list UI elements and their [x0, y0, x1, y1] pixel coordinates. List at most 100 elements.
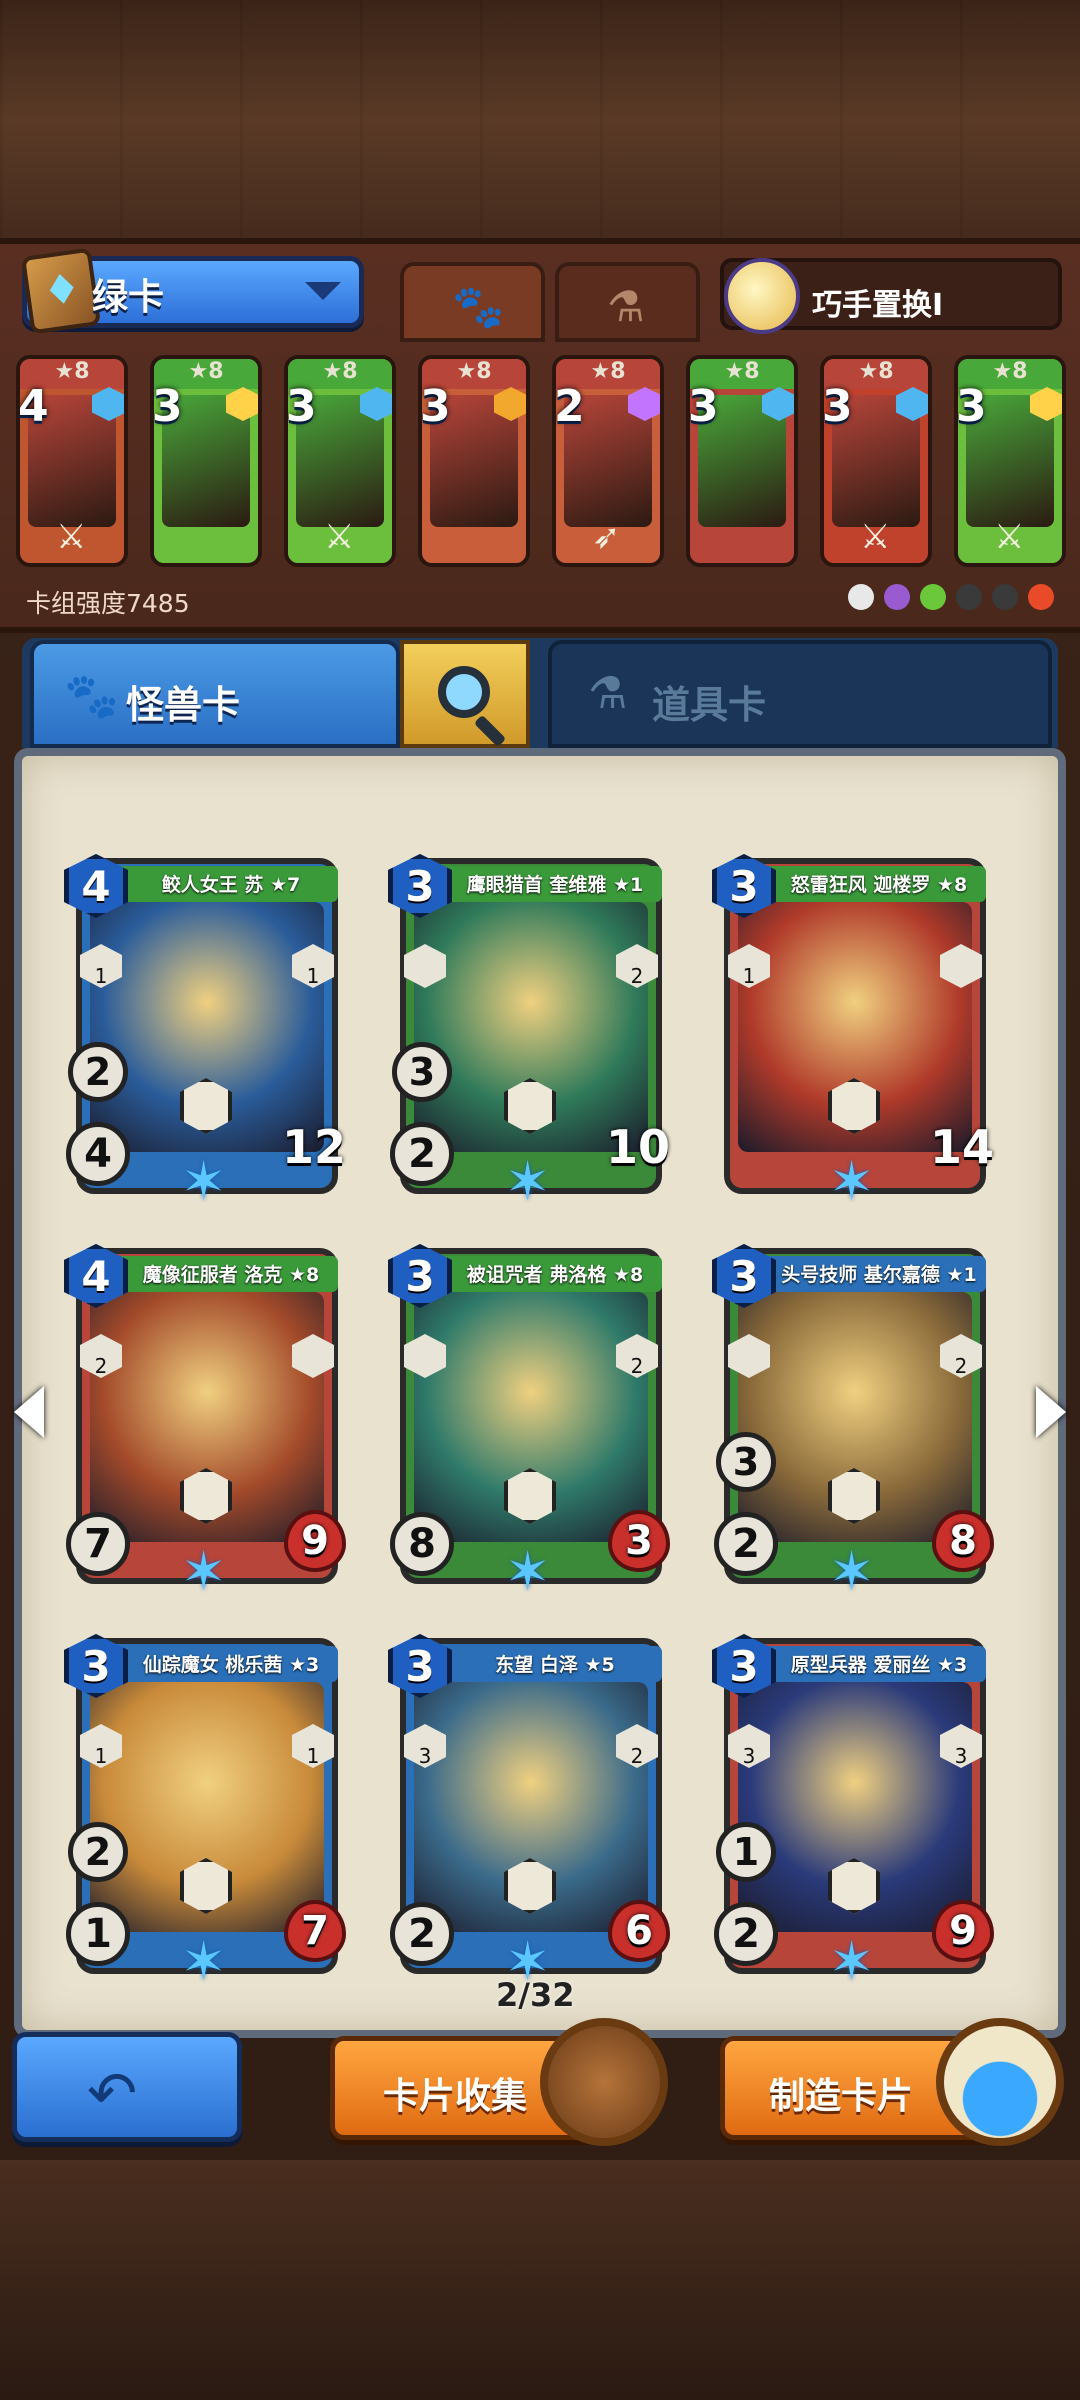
card-cost: 2 [554, 381, 585, 432]
tab-monster-cards[interactable]: 🐾 怪兽卡 [30, 640, 400, 748]
shield-value: 2 [68, 1822, 128, 1882]
rarity-star-icon: ✶ [829, 1540, 875, 1603]
attack-value: 2 [390, 1122, 454, 1186]
paw-icon: 🐾 [64, 671, 119, 722]
weapon-icon: ⚔ [994, 517, 1025, 557]
card-cost: 3 [688, 381, 719, 432]
next-page-arrow-icon[interactable] [1036, 1386, 1066, 1438]
element-dot-icon[interactable] [884, 584, 910, 610]
deck-card-slot[interactable]: ★8 3 ⚔ [820, 355, 932, 567]
shield-value: 3 [716, 1432, 776, 1492]
tab-item-cards[interactable]: ⚗ 道具卡 [548, 640, 1052, 748]
card-title: 被诅咒者 弗洛格 ★8 [466, 1264, 644, 1286]
back-button[interactable]: ↶ [12, 2032, 242, 2142]
card-title: 魔像征服者 洛克 ★8 [142, 1264, 320, 1286]
card-title: 头号技师 基尔嘉德 ★1 [781, 1264, 977, 1286]
monster-card[interactable]: 被诅咒者 弗洛格 ★8 3 2 ✶ 8 3 [388, 1244, 670, 1603]
card-title: 鲛人女王 苏 ★7 [161, 874, 301, 896]
card-collection-icon[interactable] [540, 2018, 668, 2146]
rarity-star-icon: ✶ [505, 1150, 551, 1213]
monster-card[interactable]: 仙踪魔女 桃乐茜 ★3 3 1 1 ✶ 2 1 7 [64, 1634, 346, 1993]
make-card-label: 制造卡片 [769, 2076, 914, 2117]
health-value: 9 [932, 1900, 994, 1962]
rarity-star-icon: ✶ [505, 1540, 551, 1603]
weapon-icon: ⚔ [860, 517, 891, 557]
deck-name: 绿卡 [92, 277, 165, 318]
back-arrow-icon: ↶ [87, 2059, 138, 2129]
card-title: 原型兵器 爱丽丝 ★3 [790, 1654, 968, 1676]
monster-card[interactable]: 原型兵器 爱丽丝 ★3 3 3 3 ✶ 1 2 9 [712, 1634, 994, 1993]
wood-floor [0, 2160, 1080, 2400]
shield-value: 1 [716, 1822, 776, 1882]
dropdown-chevron-icon[interactable] [305, 282, 341, 300]
deck-card-slot[interactable]: ★8 3 [418, 355, 530, 567]
monster-card[interactable]: 怒雷狂风 迦楼罗 ★8 3 1 ✶ 14 [712, 854, 994, 1213]
attack-value: 1 [66, 1902, 130, 1966]
deck-card-slot[interactable]: ★8 3 [686, 355, 798, 567]
tab-monster-deck[interactable]: 🐾 [400, 262, 545, 342]
health-value: 6 [608, 1900, 670, 1962]
monster-card[interactable]: 鲛人女王 苏 ★7 4 1 1 ✶ 2 4 12 [64, 854, 346, 1213]
monster-card[interactable]: 东望 白泽 ★5 3 3 2 ✶ 2 6 [388, 1634, 670, 1993]
element-dot-icon[interactable] [920, 584, 946, 610]
element-dot-icon[interactable] [992, 584, 1018, 610]
attack-value: 7 [66, 1512, 130, 1576]
rarity-star-icon: ✶ [181, 1930, 227, 1993]
potion-icon: ⚗ [607, 282, 645, 331]
health-value: 3 [608, 1510, 670, 1572]
shield-value: 3 [392, 1042, 452, 1102]
element-filter-dots [848, 584, 1054, 610]
attack-value: 2 [714, 1512, 778, 1576]
health-value: 14 [929, 1120, 994, 1174]
deck-card-slot[interactable]: ★8 3 ⚔ [284, 355, 396, 567]
search-button[interactable] [400, 640, 530, 748]
rarity-star-icon: ✶ [181, 1150, 227, 1213]
paw-icon: 🐾 [452, 282, 505, 331]
attack-value: 8 [390, 1512, 454, 1576]
card-cost: 3 [152, 381, 183, 432]
tab-item-deck[interactable]: ⚗ [555, 262, 700, 342]
monster-card[interactable]: 头号技师 基尔嘉德 ★1 3 2 ✶ 3 2 8 [712, 1244, 994, 1603]
card-cost: 3 [420, 381, 451, 432]
card-collection-label: 卡片收集 [383, 2076, 528, 2117]
health-value: 12 [281, 1120, 346, 1174]
attack-value: 2 [390, 1902, 454, 1966]
deck-card-slot[interactable]: ★8 3 [150, 355, 262, 567]
monster-card[interactable]: 鹰眼猎首 奎维雅 ★1 3 2 ✶ 3 2 10 [388, 854, 670, 1213]
page-indicator: 2/32 [496, 1976, 575, 2014]
weapon-icon: ➶ [592, 517, 621, 557]
search-icon [438, 666, 490, 718]
attack-value: 4 [66, 1122, 130, 1186]
card-title: 仙踪魔女 桃乐茜 ★3 [142, 1654, 320, 1676]
card-cost: 3 [822, 381, 853, 432]
element-dot-icon[interactable] [848, 584, 874, 610]
weapon-icon: ⚔ [324, 517, 355, 557]
health-value: 7 [284, 1900, 346, 1962]
potion-icon: ⚗ [588, 668, 628, 719]
make-card-potion-icon[interactable] [936, 2018, 1064, 2146]
monster-card[interactable]: 魔像征服者 洛克 ★8 4 2 ✶ 7 9 [64, 1244, 346, 1603]
wood-planks-top [0, 0, 1080, 238]
deck-card-slot[interactable]: ★8 3 ⚔ [954, 355, 1066, 567]
element-dot-icon[interactable] [956, 584, 982, 610]
prev-page-arrow-icon[interactable] [14, 1386, 44, 1438]
deck-book-icon [20, 247, 102, 335]
card-cost: 3 [286, 381, 317, 432]
weapon-icon: ⚔ [56, 517, 87, 557]
health-value: 10 [605, 1120, 670, 1174]
health-value: 9 [284, 1510, 346, 1572]
health-value: 8 [932, 1510, 994, 1572]
card-cost: 4 [18, 381, 49, 432]
card-cost: 3 [956, 381, 987, 432]
skill-swap-label: 巧手置换I [812, 288, 944, 323]
rarity-star-icon: ✶ [829, 1150, 875, 1213]
deck-power: 卡组强度7485 [26, 589, 190, 618]
card-title: 怒雷狂风 迦楼罗 ★8 [790, 874, 968, 896]
deck-card-slot[interactable]: ★8 2 ➶ [552, 355, 664, 567]
skill-swap-button[interactable]: 巧手置换I [720, 258, 1062, 334]
tab-monster-label: 怪兽卡 [126, 683, 241, 727]
deck-card-slot[interactable]: ★8 4 ⚔ [16, 355, 128, 567]
rarity-star-icon: ✶ [829, 1930, 875, 1993]
element-dot-icon[interactable] [1028, 584, 1054, 610]
card-title: 鹰眼猎首 奎维雅 ★1 [466, 874, 644, 896]
